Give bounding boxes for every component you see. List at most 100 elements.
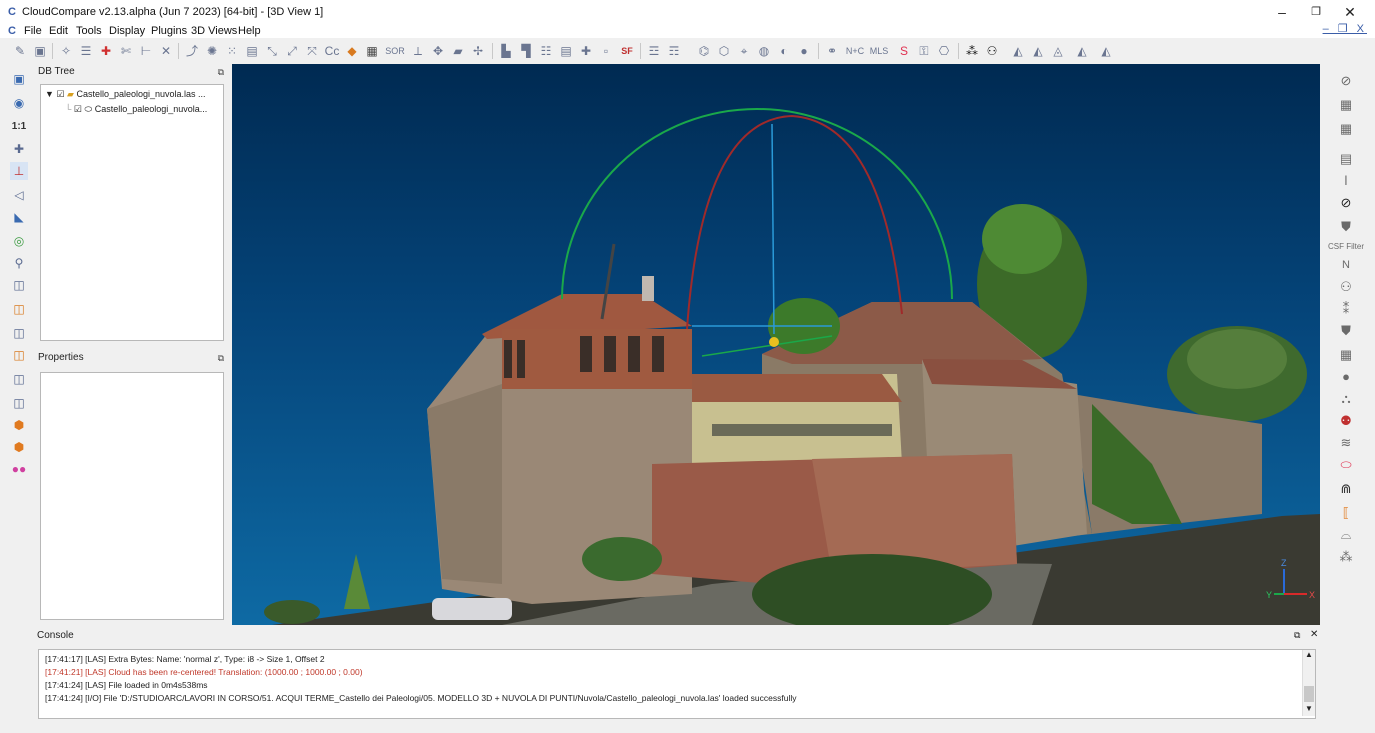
add-sf-icon[interactable]: ✚ (578, 43, 594, 59)
menu-plugins[interactable]: Plugins (151, 24, 187, 38)
scalar-field-stats-icon[interactable]: ▙ (498, 43, 514, 59)
north-button[interactable]: N (1336, 256, 1356, 274)
dot-icon[interactable]: ● (1336, 368, 1356, 386)
display-icon[interactable]: ▣ (10, 70, 28, 88)
close-button[interactable]: ✕ (1336, 2, 1364, 22)
qanimation-icon[interactable]: ◐ (776, 43, 792, 59)
list-icon[interactable]: ☰ (78, 43, 94, 59)
console-log[interactable]: [17:41:17] [LAS] Extra Bytes: Name: 'nor… (38, 649, 1316, 719)
csf-shield-icon[interactable]: ⛊ (1336, 218, 1356, 236)
tree-item-cloud[interactable]: └ ☑ ⬭ Castello_paleologi_nuvola... (65, 104, 207, 115)
menu-help[interactable]: Help (238, 24, 261, 38)
registration-icon[interactable]: ⤧ (304, 43, 320, 59)
remove-sf-icon[interactable]: ▫ (598, 43, 614, 59)
maximize-button[interactable]: ❐ (1302, 2, 1330, 22)
undock-icon[interactable]: ⧉ (218, 350, 224, 366)
octree-icon[interactable]: ✺ (204, 43, 220, 59)
view-top-icon[interactable]: ◫ (10, 300, 28, 318)
console-scrollbar[interactable]: ▲ ▼ (1302, 650, 1315, 716)
facets-icon[interactable]: ⬡ (716, 43, 732, 59)
table-icon[interactable]: ▤ (1336, 150, 1356, 168)
menu-display[interactable]: Display (109, 24, 145, 38)
pick-center-icon[interactable]: ⊥ (10, 162, 28, 180)
speech-icon[interactable]: ⚇ (1336, 278, 1356, 296)
mdi-window-controls[interactable]: – ❐ X (1323, 22, 1367, 35)
cross-section-icon[interactable]: ✥ (430, 43, 446, 59)
thermometer-icon[interactable]: ǀ (1336, 172, 1356, 190)
disable-icon[interactable]: ⊘ (1336, 72, 1356, 90)
zoom-one-to-one-button[interactable]: 1:1 (10, 118, 28, 136)
hough-icon[interactable]: ◍ (756, 43, 772, 59)
stereo-icon[interactable]: ●● (10, 460, 28, 478)
view-right-icon[interactable]: ◫ (10, 370, 28, 388)
crosshair-icon[interactable]: ✚ (10, 140, 28, 158)
menu-edit[interactable]: Edit (49, 24, 68, 38)
view-iso2-icon[interactable]: ⬢ (10, 438, 28, 456)
histogram-icon[interactable]: ▜ (518, 43, 534, 59)
compass-icon[interactable]: ⊘ (1336, 194, 1356, 212)
points-icon[interactable]: ⁂ (1336, 548, 1356, 566)
cc-icon[interactable]: Cc (324, 43, 340, 59)
checkerboard-icon[interactable]: ▦ (364, 43, 380, 59)
scroll-up-icon[interactable]: ▲ (1305, 650, 1313, 659)
raster-icon[interactable]: ▦ (1336, 120, 1356, 138)
gradient-icon[interactable]: ▤ (558, 43, 574, 59)
view-bottom-icon[interactable]: ◫ (10, 394, 28, 412)
point-cloud-render[interactable]: Z Y X (232, 64, 1320, 625)
checkbox-checked-icon[interactable]: ☑ (74, 104, 82, 114)
noise-filter-icon[interactable]: ⟂ (410, 43, 426, 59)
poisson-icon[interactable]: ◭ (1074, 43, 1090, 59)
pick-rotation-center-icon[interactable]: ✧ (58, 43, 74, 59)
merge-icon[interactable]: ⊢ (138, 43, 154, 59)
view-iso1-icon[interactable]: ⬢ (10, 416, 28, 434)
sf-arithmetic-button[interactable]: SF (618, 43, 636, 59)
menu-tools[interactable]: Tools (76, 24, 102, 38)
sor-filter-button[interactable]: SOR (384, 43, 406, 59)
cloud-layers-icon[interactable]: ☶ (666, 43, 682, 59)
cork-icon[interactable]: ⁂ (964, 43, 980, 59)
menu-3d-views[interactable]: 3D Views (191, 24, 237, 38)
save-icon[interactable]: ▣ (32, 43, 48, 59)
shield-icon[interactable]: ⛊ (1336, 322, 1356, 340)
mls-button[interactable]: MLS (868, 43, 890, 59)
grid-icon[interactable]: ▦ (1336, 96, 1356, 114)
link-icon[interactable]: ⚭ (824, 43, 840, 59)
n-plus-c-button[interactable]: N+C (844, 43, 866, 59)
arch-icon[interactable]: ⋒ (1336, 480, 1356, 498)
segment-icon[interactable]: ✄ (118, 43, 134, 59)
pcv-icon[interactable]: ⎔ (936, 43, 952, 59)
tree-item-file[interactable]: ▼ ☑ ▰ Castello_paleologi_nuvola.las ... (45, 89, 206, 100)
nodes-icon[interactable]: ⚉ (1336, 412, 1356, 430)
csf-filter-label[interactable]: CSF Filter (1326, 238, 1366, 256)
stack-icon[interactable]: ⛬ (1336, 390, 1356, 408)
menu-file[interactable]: File (24, 24, 42, 38)
compass-icon[interactable]: ⌖ (736, 43, 752, 59)
open-icon[interactable]: ✎ (12, 43, 28, 59)
minimize-button[interactable]: – (1268, 2, 1296, 22)
expand-arrow-icon[interactable]: ▼ (45, 89, 54, 99)
mesh-icon[interactable]: ▤ (244, 43, 260, 59)
sphere-icon[interactable]: ● (796, 43, 812, 59)
ellipse-icon[interactable]: ⬭ (1336, 456, 1356, 474)
view-back-icon[interactable]: ◫ (10, 346, 28, 364)
normals-icon[interactable]: ⤴ (184, 43, 200, 59)
layers-icon[interactable]: ≋ (1336, 434, 1356, 452)
close-icon[interactable]: ✕ (1310, 629, 1318, 640)
console-icon[interactable]: ☲ (646, 43, 662, 59)
plane-icon[interactable]: ▰ (450, 43, 466, 59)
hidden-point-removal-icon[interactable]: ◬ (1050, 43, 1066, 59)
grid-icon[interactable]: ▦ (1336, 346, 1356, 364)
undock-icon[interactable]: ⧉ (1294, 630, 1300, 641)
shuffle-icon[interactable]: ⁑ (1336, 300, 1356, 318)
ransac-icon[interactable]: ⚿ (916, 43, 932, 59)
camera-icon[interactable]: ◉ (10, 94, 28, 112)
color-icon[interactable]: ◆ (344, 43, 360, 59)
point-picking-icon[interactable]: ✢ (470, 43, 486, 59)
kd-tree-icon[interactable]: ⌬ (696, 43, 712, 59)
view-front-icon[interactable]: ◫ (10, 276, 28, 294)
undock-icon[interactable]: ⧉ (218, 64, 224, 80)
checkbox-checked-icon[interactable]: ☑ (56, 89, 64, 99)
delete-icon[interactable]: ✕ (158, 43, 174, 59)
cloud-mesh-dist-icon[interactable]: ⤢ (284, 43, 300, 59)
level-icon[interactable]: ◎ (10, 232, 28, 250)
